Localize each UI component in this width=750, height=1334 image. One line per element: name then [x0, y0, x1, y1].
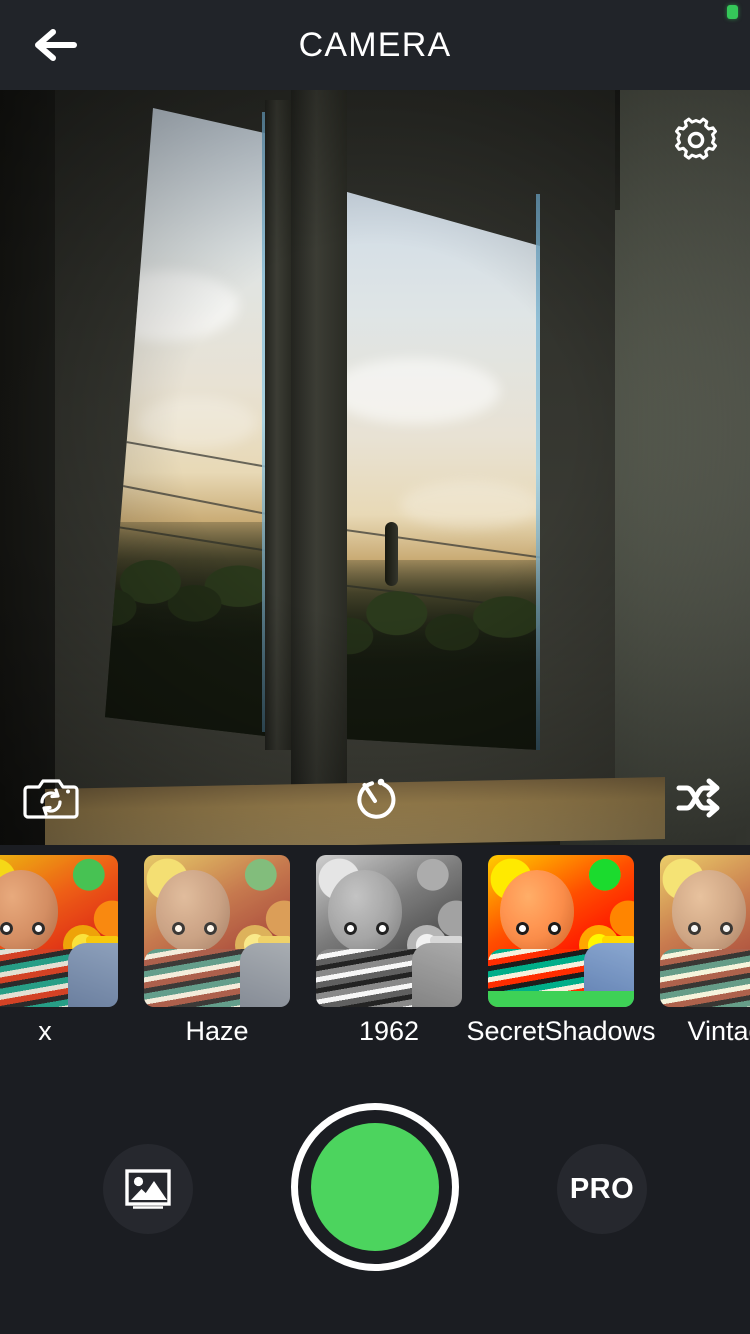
filter-thumbnail	[0, 855, 118, 1007]
filter-label: 1962	[359, 1016, 419, 1047]
viewfinder-control-row	[0, 769, 750, 831]
window-handle	[385, 522, 398, 586]
camera-switch-icon	[23, 774, 79, 822]
timer-icon	[351, 774, 399, 822]
camera-screen: CAMERA	[0, 0, 750, 1334]
filter-thumbnail	[660, 855, 750, 1007]
camera-switch-button[interactable]	[20, 769, 82, 827]
filter-thumbnail	[488, 855, 634, 1007]
filter-preview-image	[144, 855, 290, 1007]
filter-carousel[interactable]: x Haze	[0, 845, 750, 1060]
timer-button[interactable]	[344, 769, 406, 827]
filter-label: x	[38, 1016, 52, 1047]
shutter-core	[311, 1123, 439, 1251]
page-title: CAMERA	[0, 26, 750, 65]
shutter-button[interactable]	[291, 1103, 459, 1271]
filter-preview-image	[660, 855, 750, 1007]
treeline	[105, 522, 265, 736]
filter-item[interactable]: x	[0, 855, 118, 1047]
gallery-button[interactable]	[103, 1144, 193, 1234]
filter-preview-image	[0, 855, 118, 1007]
settings-button[interactable]	[664, 108, 728, 172]
shuffle-icon	[675, 775, 727, 821]
camera-viewfinder[interactable]	[0, 90, 750, 845]
gallery-image-icon	[124, 1167, 172, 1211]
treeline	[340, 560, 540, 750]
filter-item[interactable]: 1962	[316, 855, 462, 1047]
pro-button-label: PRO	[570, 1173, 634, 1206]
back-button[interactable]	[18, 10, 90, 80]
status-indicator-dot	[727, 5, 738, 19]
filter-label: SecretShadows	[466, 1016, 655, 1047]
gear-icon	[672, 116, 720, 164]
filter-selected-indicator	[488, 991, 634, 1007]
filter-track: x Haze	[0, 855, 750, 1047]
pro-button[interactable]: PRO	[557, 1144, 647, 1234]
filter-item[interactable]: Haze	[144, 855, 290, 1047]
filter-thumbnail	[316, 855, 462, 1007]
filter-thumbnail	[144, 855, 290, 1007]
arrow-left-icon	[31, 27, 77, 63]
shuffle-button[interactable]	[670, 769, 732, 827]
window-pane-right	[340, 190, 540, 750]
filter-label: Vintage	[687, 1016, 750, 1047]
filter-item[interactable]: Vintage	[660, 855, 750, 1047]
filter-preview-image	[316, 855, 462, 1007]
camera-preview-image	[0, 90, 750, 845]
filter-item-selected[interactable]: SecretShadows	[488, 855, 634, 1047]
filter-label: Haze	[185, 1016, 248, 1047]
header-bar: CAMERA	[0, 0, 750, 90]
filter-preview-image	[488, 855, 634, 1007]
